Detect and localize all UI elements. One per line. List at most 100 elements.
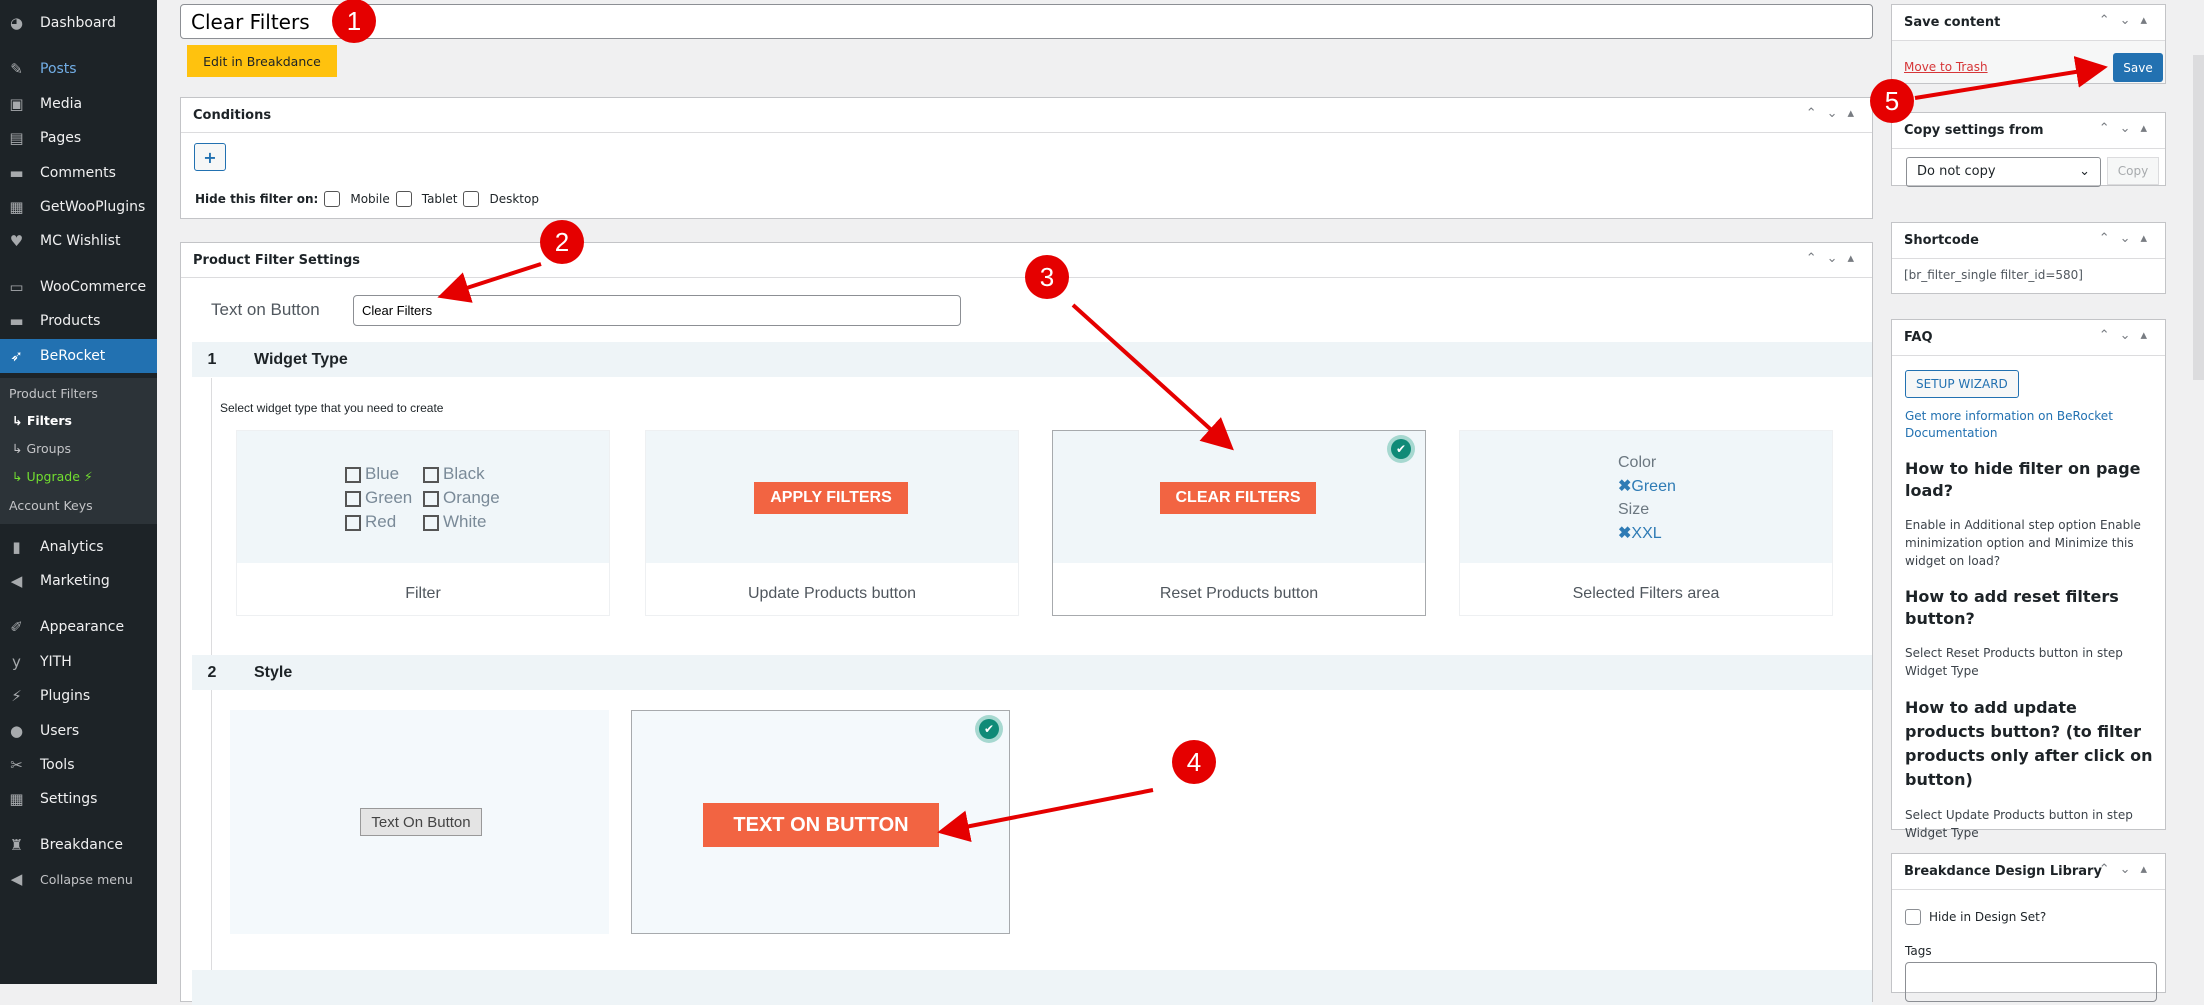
conditions-title: Conditions	[193, 107, 272, 123]
sidebar-item-label: GetWooPlugins	[40, 199, 146, 215]
style-card-plain[interactable]: Text On Button	[230, 710, 609, 934]
plain-button-preview: Text On Button	[360, 808, 482, 836]
tablet-label: Tablet	[421, 192, 458, 206]
faq-box: FAQ ⌃⌄▴ SETUP WIZARD Get more informatio…	[1891, 319, 2166, 840]
sidebar-item-label: Comments	[40, 165, 116, 181]
sidebar-item-pages[interactable]: ▤ Pages	[0, 121, 157, 155]
settings-icon: ▦	[9, 790, 24, 808]
tags-label: Tags	[1905, 944, 1932, 958]
library-title: Breakdance Design Library	[1904, 864, 2102, 879]
sidebar-item-plugins[interactable]: ⚡ Plugins	[0, 679, 157, 713]
selected-check-icon: ✔	[1387, 435, 1415, 463]
sidebar-item-woocommerce[interactable]: ▭ WooCommerce	[0, 270, 157, 304]
step-style[interactable]: 2 Style	[192, 655, 1872, 690]
text-on-button-input[interactable]	[353, 295, 961, 326]
submenu-title[interactable]: Product Filters	[9, 386, 98, 401]
title-input[interactable]	[180, 4, 1873, 39]
sidebar-item-label: Media	[40, 96, 83, 112]
media-icon: ▣	[9, 95, 24, 113]
sidebar-item-marketing[interactable]: ◀ Marketing	[0, 564, 157, 598]
copy-button[interactable]: Copy	[2107, 157, 2159, 185]
shortcode-value[interactable]: [br_filter_single filter_id=580]	[1904, 268, 2083, 282]
save-content-box: Save content ⌃⌄▴ Move to Trash Save	[1891, 4, 2166, 84]
move-to-trash-link[interactable]: Move to Trash	[1904, 60, 1988, 74]
scrollbar[interactable]	[2193, 55, 2204, 380]
sidebar-item-dashboard[interactable]: ◕ Dashboard	[0, 6, 157, 40]
berocket-submenu: Product Filters ↳ Filters ↳ Groups ↳ Upgrad…	[0, 378, 157, 524]
sidebar-item-collapse-menu[interactable]: ◀ Collapse menu	[0, 862, 157, 896]
sidebar-item-posts[interactable]: ✎ Posts	[0, 52, 157, 86]
sidebar-item-label: Appearance	[40, 619, 125, 635]
submenu-upgrade[interactable]: ↳ Upgrade ⚡	[12, 469, 93, 484]
box-controls[interactable]: ⌃⌄▴	[2099, 121, 2157, 136]
sidebar-item-label: Settings	[40, 791, 98, 807]
step-number: 1	[207, 350, 217, 368]
add-condition-button[interactable]: +	[194, 143, 226, 171]
save-button[interactable]: Save	[2113, 53, 2163, 82]
edit-in-breakdance-button[interactable]: Edit in Breakdance	[187, 45, 337, 77]
brush-icon: ✐	[10, 618, 23, 636]
sidebar-item-mc-wishlist[interactable]: ♥ MC Wishlist	[0, 224, 157, 258]
sidebar-item-products[interactable]: ▬ Products	[0, 304, 157, 338]
settings-title: Product Filter Settings	[193, 252, 361, 268]
box-controls[interactable]: ⌃⌄▴	[1806, 106, 1864, 121]
box-controls[interactable]: ⌃⌄▴	[1806, 251, 1864, 266]
mobile-checkbox[interactable]	[324, 191, 341, 207]
sidebar-item-berocket[interactable]: ➶ BeRocket	[0, 339, 157, 373]
sidebar-item-breakdance[interactable]: ♜ Breakdance	[0, 828, 157, 862]
card-label: Update Products button	[747, 585, 917, 602]
sidebar-item-comments[interactable]: ▬ Comments	[0, 156, 157, 190]
hide-in-design-set-checkbox[interactable]	[1905, 909, 1921, 925]
breakdance-library-box: Breakdance Design Library ⌃⌄▴ Hide in De…	[1891, 853, 2166, 1002]
desktop-checkbox[interactable]	[463, 191, 480, 207]
widget-card-filter[interactable]: Blue Black Green Orange Red White Filter	[236, 430, 610, 616]
mobile-label: Mobile	[350, 192, 390, 206]
megaphone-icon: ◀	[10, 572, 23, 590]
products-icon: ▬	[9, 312, 24, 330]
plugin-box-icon: ▦	[9, 198, 24, 216]
widget-card-selected-filters[interactable]: Color ✖Green Size ✖XXL Selected Filters …	[1459, 430, 1833, 616]
sidebar-item-yith[interactable]: y YITH	[0, 645, 157, 679]
sidebar-item-users[interactable]: ● Users	[0, 714, 157, 748]
orange-button-preview: TEXT ON BUTTON	[703, 803, 939, 847]
sidebar-item-label: Posts	[40, 61, 77, 77]
hide-filter-label: Hide this filter on:	[195, 192, 319, 206]
copy-from-select[interactable]: Do not copy ⌄	[1906, 157, 2101, 187]
collapse-icon: ◀	[10, 870, 23, 888]
submenu-groups[interactable]: ↳ Groups	[12, 441, 71, 456]
sidebar-item-label: Marketing	[40, 573, 110, 589]
style-card-orange[interactable]: TEXT ON BUTTON ✔	[631, 710, 1010, 934]
sidebar-item-analytics[interactable]: ▮ Analytics	[0, 530, 157, 564]
sidebar-item-tools[interactable]: ✂ Tools	[0, 748, 157, 782]
heart-icon: ♥	[9, 232, 24, 250]
submenu-account-keys[interactable]: Account Keys	[9, 498, 93, 513]
breakdance-icon: ♜	[9, 836, 24, 854]
tags-input[interactable]	[1905, 962, 2157, 1002]
sidebar-item-label: YITH	[40, 654, 72, 670]
shortcode-title: Shortcode	[1904, 233, 1979, 248]
widget-card-update-products[interactable]: APPLY FILTERS Update Products button	[645, 430, 1019, 616]
sidebar-item-label: Collapse menu	[40, 871, 133, 887]
box-controls[interactable]: ⌃⌄▴	[2099, 328, 2157, 343]
widget-card-reset-products[interactable]: CLEAR FILTERS ✔ Reset Products button	[1052, 430, 1426, 616]
sidebar-item-media[interactable]: ▣ Media	[0, 87, 157, 121]
box-controls[interactable]: ⌃⌄▴	[2099, 862, 2157, 877]
step-next[interactable]	[192, 970, 1872, 1005]
faq-title: FAQ	[1904, 330, 1933, 345]
pin-icon: ✎	[10, 60, 23, 78]
submenu-filters[interactable]: ↳ Filters	[12, 413, 72, 428]
sidebar-item-appearance[interactable]: ✐ Appearance	[0, 610, 157, 644]
dashboard-icon: ◕	[9, 14, 24, 32]
woo-icon: ▭	[9, 278, 24, 296]
setup-wizard-button[interactable]: SETUP WIZARD	[1905, 370, 2019, 398]
sidebar-item-getwooplugins[interactable]: ▦ GetWooPlugins	[0, 190, 157, 224]
documentation-link[interactable]: Get more information on BeRocket Documen…	[1905, 409, 2113, 440]
sidebar-item-label: Breakdance	[40, 837, 124, 853]
box-controls[interactable]: ⌃⌄▴	[2099, 13, 2157, 28]
step-widget-type[interactable]: 1 Widget Type	[192, 342, 1872, 377]
sidebar-item-settings[interactable]: ▦ Settings	[0, 782, 157, 816]
tablet-checkbox[interactable]	[395, 191, 412, 207]
conditions-box: Conditions ⌃⌄▴ + Hide this filter on: Mo…	[180, 97, 1873, 219]
sidebar-item-label: Plugins	[40, 688, 91, 704]
box-controls[interactable]: ⌃⌄▴	[2099, 231, 2157, 246]
